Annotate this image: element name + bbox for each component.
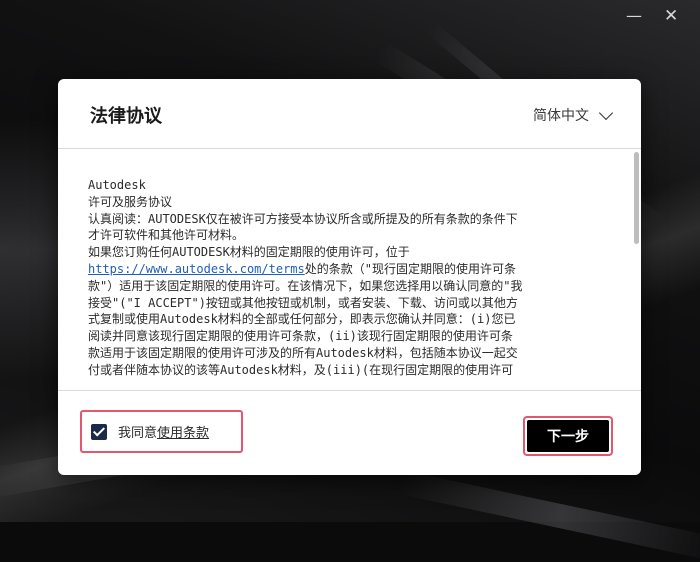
terms-line: 才许可软件和其他许可材料。 [88,228,245,243]
next-button-highlight: 下一步 [523,416,613,456]
terms-line-text: 处的条款（"现行固定期限的使用许可条 [304,261,516,276]
terms-line: 付或者伴随本协议的该等Autodesk材料，及(iii)(在现行固定期限的使用许… [88,362,514,377]
dialog-title: 法律协议 [90,106,162,127]
terms-text: Autodesk 许可及服务协议 认真阅读：AUTODESK仅在被许可方接受本协… [88,177,608,379]
terms-line: https://www.autodesk.com/terms处的条款（"现行固定… [88,261,608,278]
terms-line: 款"）适用于该固定期限的使用许可。在该情况下，如果您选择用以确认同意的"我 [88,278,523,293]
agree-label: 我同意使用条款 [118,422,209,441]
next-button[interactable]: 下一步 [527,420,609,452]
close-icon[interactable]: ✕ [664,8,678,25]
divider [58,390,641,391]
legal-agreement-dialog: 法律协议 简体中文 Autodesk 许可及服务协议 认真阅读：AUTODESK… [58,79,641,475]
terms-link[interactable]: https://www.autodesk.com/terms [88,262,305,276]
terms-line: 许可及服务协议 [88,194,173,209]
terms-line: Autodesk [88,178,146,192]
terms-line: 认真阅读：AUTODESK仅在被许可方接受本协议所含或所提及的所有条款的条件下 [88,211,518,226]
agree-checkbox-group[interactable]: 我同意使用条款 [80,410,243,453]
terms-of-use-link[interactable]: 使用条款 [157,426,209,441]
terms-scrollbar[interactable] [632,150,641,389]
language-select[interactable]: 简体中文 [533,105,614,125]
agree-checkbox[interactable] [91,423,107,440]
scrollbar-thumb[interactable] [634,152,639,244]
terms-line: 款适用于该固定期限的使用许可涉及的所有Autodesk材料，包括随本协议一起交 [88,345,518,360]
terms-line: 式复制或使用Autodesk材料的全部或任何部分，即表示您确认并同意：(i)您已 [88,312,516,327]
terms-line: 阅读并同意该现行固定期限的使用许可条款，(ii)该现行固定期限的使用许可条 [88,329,513,344]
chevron-down-icon [598,105,614,120]
terms-line: 如果您订购任何AUTODESK材料的固定期限的使用许可，位于 [88,245,410,260]
divider [58,148,641,149]
language-select-value: 简体中文 [533,108,589,124]
terms-line: 接受"("I ACCEPT")按钮或其他按钮或机制，或者安装、下载、访问或以其他… [88,295,518,310]
minimize-icon[interactable]: — [626,8,642,24]
agree-label-text: 我同意 [118,426,158,441]
background-streak [397,470,700,562]
background-streak [0,120,60,380]
